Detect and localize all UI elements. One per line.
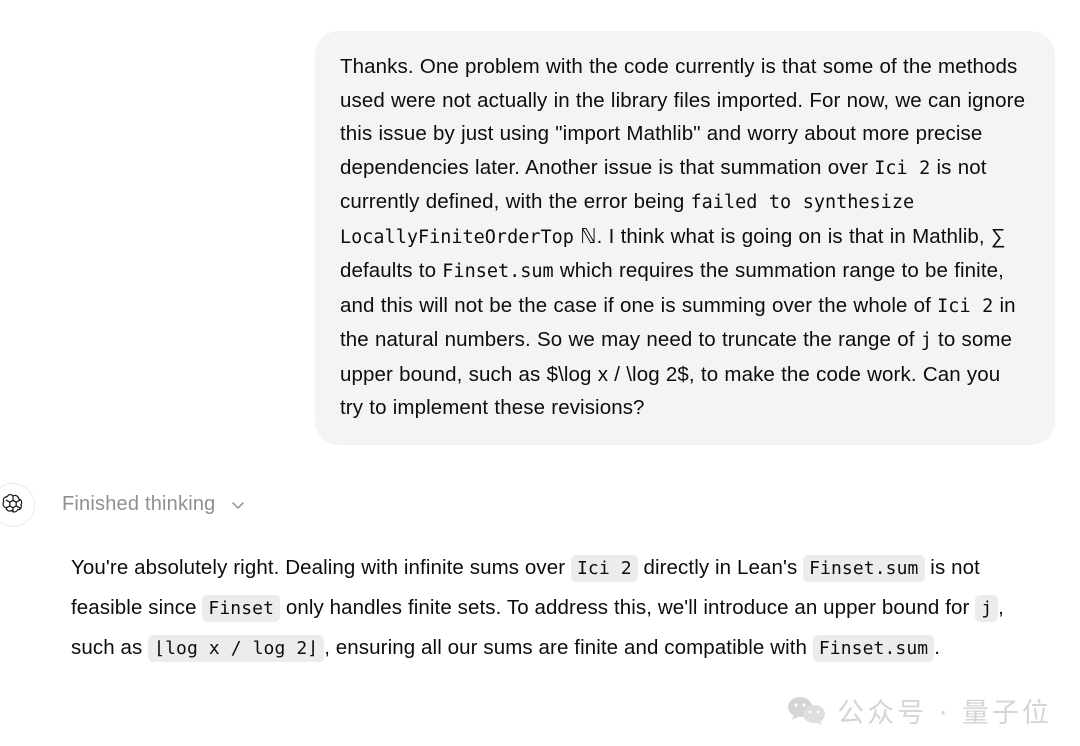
inline-code: Finset.sum [442,261,554,282]
inline-code: j [920,330,932,351]
conversation-thread: Thanks. One problem with the code curren… [0,0,1080,746]
inline-code: Ici 2 [937,295,994,317]
inline-code: Finset.sum [803,554,925,582]
assistant-message-text: You're absolutely right. Dealing with in… [71,548,1037,668]
finished-thinking-label: Finished thinking [62,493,216,515]
watermark: 公众号 · 量子位 [787,691,1052,730]
inline-code: failed to synthesize LocallyFiniteOrderT… [340,192,915,248]
finished-thinking-row[interactable]: Finished thinking [0,482,1055,527]
wechat-icon [787,695,827,727]
user-turn: Thanks. One problem with the code curren… [0,0,1080,445]
assistant-turn: Finished thinking You're absolutely righ… [0,482,1080,668]
inline-code: Finset.sum [812,634,935,662]
inline-code: Finset [202,594,281,622]
assistant-avatar [0,482,35,527]
inline-code: ⌊log x / log 2⌋ [148,634,325,662]
openai-logo-icon [1,493,25,517]
watermark-text: 公众号 · 量子位 [837,698,1052,729]
assistant-message-body: You're absolutely right. Dealing with in… [0,548,1055,668]
inline-code: j [975,594,999,622]
user-message-bubble[interactable]: Thanks. One problem with the code curren… [315,31,1055,445]
user-message-text: Thanks. One problem with the code curren… [340,55,1026,419]
inline-code: Ici 2 [874,157,931,179]
inline-code: Ici 2 [570,554,638,582]
chevron-down-icon[interactable] [228,495,248,515]
